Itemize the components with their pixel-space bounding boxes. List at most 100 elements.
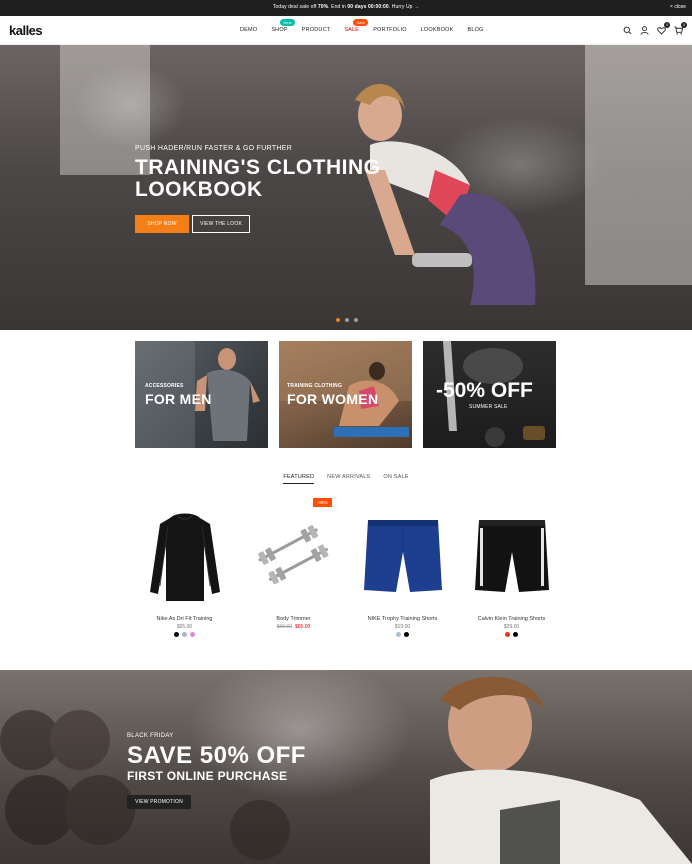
product-price: $19.00: [348, 624, 457, 630]
compression-shirt-image: [150, 513, 220, 601]
nav-item-portfolio[interactable]: PORTFOLIO: [373, 27, 406, 33]
category-sale[interactable]: -50% OFF SUMMER SALE: [423, 341, 556, 448]
black-shorts-image: [475, 520, 549, 592]
sale-badge: Sale: [353, 19, 369, 26]
cart-icon[interactable]: 0: [674, 22, 687, 35]
nav-label: PORTFOLIO: [373, 27, 407, 33]
hero-athlete-image: [355, 83, 536, 305]
nav-label: BLOG: [467, 27, 484, 33]
slider-dot[interactable]: [354, 318, 358, 322]
product-image[interactable]: [358, 506, 448, 606]
announcement-prefix: Today deal sale off: [272, 4, 317, 10]
color-swatches: [130, 632, 239, 637]
hero-title-line1: TRAINING'S CLOTHING: [135, 156, 381, 179]
nav-label: LOOKBOOK: [420, 27, 454, 33]
category-men-title: FOR MEN: [145, 391, 212, 407]
nav-item-sale[interactable]: SALE Sale: [344, 19, 369, 33]
product-image[interactable]: [140, 506, 230, 606]
shop-now-button[interactable]: SHOP NOW: [135, 215, 189, 233]
wishlist-icon[interactable]: 0: [657, 22, 670, 35]
category-sale-subtitle: SUMMER SALE: [469, 404, 508, 410]
color-swatch[interactable]: [182, 632, 187, 637]
price-value: $19.00: [394, 624, 411, 630]
color-swatch[interactable]: [174, 632, 179, 637]
color-swatch[interactable]: [396, 632, 401, 637]
announcement-close-button[interactable]: × close: [670, 4, 686, 10]
announcement-mid: . End in: [328, 4, 346, 10]
product-card[interactable]: NIKE Trophy Training Shorts $19.00: [348, 498, 457, 648]
promo-kicker: BLACK FRIDAY: [127, 733, 174, 739]
announcement-timer: 00 days 00:00:00: [347, 4, 389, 10]
price-old: $99.00: [276, 624, 292, 630]
tab-new-arrivals[interactable]: NEW ARRIVALS: [327, 474, 370, 484]
black-friday-banner: BLACK FRIDAY SAVE 50% OFF FIRST ONLINE P…: [0, 670, 692, 864]
search-icon[interactable]: [623, 26, 632, 35]
promo-subtitle: FIRST ONLINE PURCHASE: [127, 769, 288, 783]
tab-featured[interactable]: FEATURED: [283, 474, 315, 484]
product-price: $29.00: [457, 624, 566, 630]
nav-item-blog[interactable]: BLOG: [467, 27, 483, 33]
slider-pagination: [336, 318, 358, 322]
announcement-percent: 70%: [317, 4, 329, 10]
price-value: $29.00: [503, 624, 520, 630]
hero-kicker: PUSH HADER/RUN FASTER & GO FURTHER: [135, 145, 293, 152]
site-header: kalles DEMO SHOP New PRODUCT SALE Sale POR…: [0, 16, 692, 45]
nav-item-lookbook[interactable]: LOOKBOOK: [421, 27, 454, 33]
view-the-look-button[interactable]: VIEW THE LOOK: [192, 215, 250, 233]
category-men-kicker: ACCESSORIES: [145, 383, 184, 389]
nav-item-product[interactable]: PRODUCT: [302, 27, 331, 33]
site-logo[interactable]: kalles: [9, 23, 43, 38]
slider-dot[interactable]: [345, 318, 349, 322]
product-card[interactable]: Calvin Klein Training Shorts $29.00: [457, 498, 566, 648]
color-swatch[interactable]: [505, 632, 510, 637]
dumbbell-bars-image: [258, 525, 329, 585]
header-actions: 0 0: [623, 22, 687, 35]
product-price: $65.00: [130, 624, 239, 630]
wishlist-count: 0: [664, 22, 670, 28]
main-nav: DEMO SHOP New PRODUCT SALE Sale PORTFOLIO …: [240, 19, 498, 33]
price-sale: $65.00: [295, 624, 311, 630]
category-banners: ACCESSORIES FOR MEN TRAINING CLOTHING FO…: [135, 341, 556, 448]
product-card[interactable]: Nike As Dri Fit Training $65.00: [130, 498, 239, 648]
hero-background-window: [585, 45, 692, 285]
product-tabs: FEATURED NEW ARRIVALS ON SALE: [0, 474, 692, 484]
promo-title: SAVE 50% OFF: [127, 742, 306, 769]
product-name[interactable]: NIKE Trophy Training Shorts: [348, 616, 457, 622]
category-women[interactable]: TRAINING CLOTHING FOR WOMEN: [279, 341, 412, 448]
product-name[interactable]: Body Trimmer: [239, 616, 348, 622]
hero-title-line2: LOOKBOOK: [135, 178, 263, 201]
announcement-link[interactable]: . Hurry Up →: [389, 4, 419, 10]
price-value: $65.00: [176, 624, 193, 630]
view-promotion-button[interactable]: VIEW PROMOTION: [127, 795, 191, 809]
product-name[interactable]: Calvin Klein Training Shorts: [457, 616, 566, 622]
nav-label: PRODUCT: [301, 27, 331, 33]
new-badge: New: [280, 19, 295, 26]
nav-label: DEMO: [240, 27, 258, 33]
cart-count: 0: [681, 22, 687, 28]
product-price: $99.00 $65.00: [239, 624, 348, 630]
product-name[interactable]: Nike As Dri Fit Training: [130, 616, 239, 622]
color-swatches: [348, 632, 457, 637]
product-image[interactable]: [467, 506, 557, 606]
nav-label: SALE: [344, 27, 360, 33]
nav-label: SHOP: [271, 27, 288, 33]
product-image[interactable]: [249, 506, 339, 606]
color-swatch[interactable]: [190, 632, 195, 637]
account-icon[interactable]: [640, 26, 649, 35]
category-women-kicker: TRAINING CLOTHING: [287, 383, 343, 389]
announcement-bar: Today deal sale off 70%. End in 00 days …: [0, 0, 692, 16]
product-grid: Nike As Dri Fit Training $65.00 -35% Bod…: [130, 498, 566, 648]
slider-dot[interactable]: [336, 318, 340, 322]
tab-on-sale[interactable]: ON SALE: [383, 474, 408, 484]
product-card[interactable]: -35% Body Trimmer $99.00 $65.00: [239, 498, 348, 648]
category-men[interactable]: ACCESSORIES FOR MEN: [135, 341, 268, 448]
color-swatch[interactable]: [404, 632, 409, 637]
category-sale-title: -50% OFF: [436, 379, 533, 402]
color-swatch[interactable]: [513, 632, 518, 637]
category-women-title: FOR WOMEN: [287, 391, 379, 407]
blue-shorts-image: [364, 520, 442, 592]
nav-item-demo[interactable]: DEMO: [240, 27, 257, 33]
announcement-text: Today deal sale off 70%. End in 00 days …: [0, 4, 692, 10]
nav-item-shop[interactable]: SHOP New: [271, 19, 295, 33]
promo-background-image: [0, 676, 692, 864]
